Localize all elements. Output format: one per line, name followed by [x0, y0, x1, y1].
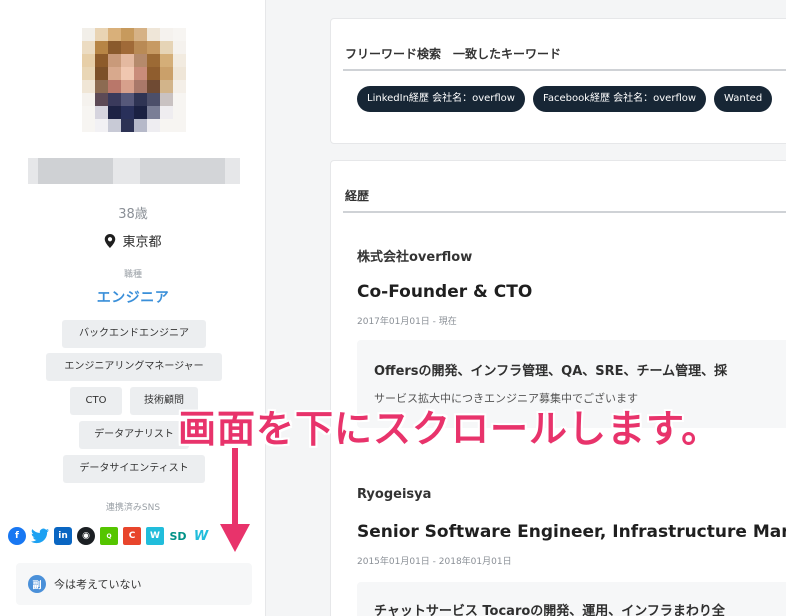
- tag-em: エンジニアリングマネージャー: [46, 353, 222, 381]
- company-name: 株式会社overflow: [357, 250, 473, 265]
- age: 38歳: [118, 207, 148, 222]
- description-heading: Offersの開発、インフラ管理、QA、SRE、チーム管理、採: [374, 364, 728, 379]
- keyword-search-card: フリーワード検索 一致したキーワード: [330, 18, 786, 144]
- role-title: Senior Software Engineer, Infrastructure…: [357, 522, 786, 542]
- role-description: チャットサービス Tocaroの開発、運用、インフラまわり全: [357, 582, 786, 616]
- period: 2017年01月01日 - 現在: [357, 317, 457, 327]
- status-label: 今は考えていない: [54, 578, 142, 591]
- job-title: エンジニア: [96, 290, 170, 306]
- linkedin-icon[interactable]: in: [54, 527, 72, 545]
- status-icon: 副: [28, 575, 46, 593]
- github-icon[interactable]: ◉: [77, 527, 95, 545]
- atcoder-icon[interactable]: C: [123, 527, 141, 545]
- wantedly-w-icon[interactable]: W: [192, 527, 210, 545]
- qiita-icon[interactable]: Q: [100, 527, 118, 545]
- tag-scientist: データサイエンティスト: [63, 455, 205, 483]
- company-name: Ryogeisya: [357, 487, 432, 502]
- arrow-down-icon: [220, 448, 250, 552]
- page: 38歳 東京都 職種 エンジニア バックエンドエンジニア エンジニアリングマネー…: [0, 0, 786, 616]
- location: 東京都: [0, 231, 266, 250]
- keyword-list: LinkedIn経歴 会社名：overflow Facebook経歴 会社名：o…: [357, 86, 773, 112]
- role-title: Co-Founder & CTO: [357, 282, 533, 302]
- keyword-search-title: フリーワード検索 一致したキーワード: [345, 47, 562, 61]
- wantedly-icon[interactable]: W: [146, 527, 164, 545]
- description-heading: チャットサービス Tocaroの開発、運用、インフラまわり全: [374, 604, 725, 616]
- period: 2015年01月01日 - 2018年01月01日: [357, 557, 512, 567]
- divider: [343, 69, 786, 71]
- location-label: 東京都: [122, 235, 162, 250]
- facebook-icon[interactable]: f: [8, 527, 26, 545]
- job-caption: 職種: [123, 270, 142, 280]
- location-pin-icon: [105, 233, 116, 248]
- keyword-chip[interactable]: LinkedIn経歴 会社名：overflow: [357, 86, 525, 112]
- tag-analyst: データアナリスト: [79, 421, 189, 449]
- scroll-instruction: 画面を下にスクロールします。: [178, 407, 721, 451]
- job-change-status: 副 今は考えていない: [16, 563, 252, 605]
- blurred-name: [28, 158, 240, 184]
- avatar: [82, 28, 186, 132]
- career-title: 経歴: [345, 189, 370, 203]
- keyword-chip[interactable]: Wanted: [714, 86, 773, 112]
- tag-backend: バックエンドエンジニア: [62, 320, 206, 348]
- twitter-icon[interactable]: [31, 527, 49, 545]
- keyword-chip[interactable]: Facebook経歴 会社名：overflow: [532, 86, 707, 112]
- speakerdeck-icon[interactable]: SD: [169, 527, 187, 545]
- sns-links: f in ◉ Q C W SD W: [8, 525, 210, 547]
- divider: [343, 211, 786, 213]
- tag-cto: CTO: [70, 387, 122, 415]
